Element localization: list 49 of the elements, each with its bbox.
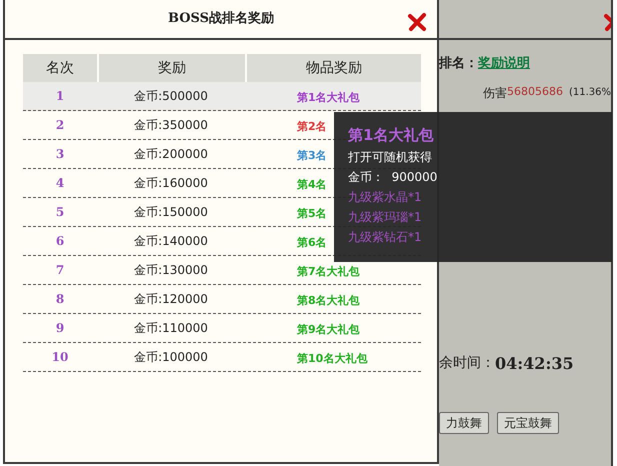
item-reward: 第3名 — [297, 149, 327, 162]
rank-number: 7 — [54, 262, 66, 279]
item-reward: 第5名 — [297, 207, 327, 220]
coin-reward: 金币:160000 — [133, 175, 209, 192]
rank-number: 3 — [54, 146, 66, 163]
rank-number: 2 — [54, 117, 66, 134]
timer-label: 余时间： — [439, 354, 495, 373]
item-reward: 第10名大礼包 — [297, 352, 368, 365]
item-reward: 第6名 — [297, 236, 327, 249]
item-reward: 第7名大礼包 — [297, 265, 360, 278]
column-header: 名次 — [23, 54, 97, 82]
table-row[interactable]: 10 金币:100000 第10名大礼包 — [23, 343, 421, 372]
damage-label: 伤害 — [483, 84, 507, 102]
rank-number: 8 — [54, 291, 66, 308]
damage-value: 56805686 — [507, 84, 563, 100]
table-row[interactable]: 9 金币:110000 第9名大礼包 — [23, 314, 421, 343]
coin-reward: 金币:100000 — [133, 349, 209, 366]
tooltip-item: 九级紫钻石*1 — [348, 228, 423, 246]
cheer-button[interactable]: 元宝鼓舞 — [497, 412, 559, 434]
ranking-label: 排名： — [439, 55, 478, 73]
column-header: 奖励 — [99, 54, 245, 82]
dialog-title: BOSS战排名奖励 — [166, 10, 276, 28]
item-reward: 第4名 — [297, 178, 327, 191]
coin-reward: 金币:120000 — [133, 291, 209, 308]
close-icon[interactable] — [407, 12, 427, 32]
damage-share: (11.36% — [569, 86, 612, 100]
timer: 04:42:35 — [495, 352, 574, 374]
item-reward: 第1名大礼包 — [297, 91, 360, 104]
rank-number: 4 — [54, 175, 66, 192]
rank-number: 10 — [50, 349, 70, 366]
item-reward: 第9名大礼包 — [297, 323, 360, 336]
item-reward: 第2名 — [297, 120, 327, 133]
coin-reward: 金币:110000 — [133, 320, 209, 337]
coin-reward: 金币:140000 — [133, 233, 209, 250]
column-header: 物品奖励 — [247, 54, 421, 82]
table-row[interactable]: 8 金币:120000 第8名大礼包 — [23, 285, 421, 314]
coin-reward: 金币:500000 — [133, 88, 209, 105]
coin-reward: 金币:150000 — [133, 204, 209, 221]
rank-number: 5 — [54, 204, 66, 221]
coin-reward: 金币:350000 — [133, 117, 209, 134]
rank-number: 9 — [54, 320, 66, 337]
table-row[interactable]: 1 金币:500000 第1名大礼包 — [23, 82, 421, 111]
cheer-button[interactable]: 力鼓舞 — [439, 412, 489, 434]
rank-number: 1 — [54, 88, 66, 105]
tooltip-item: 九级紫玛瑙*1 — [348, 208, 423, 226]
rank-number: 6 — [54, 233, 66, 250]
coin-reward: 金币:130000 — [133, 262, 209, 279]
item-reward: 第8名大礼包 — [297, 294, 360, 307]
coin-reward: 金币:200000 — [133, 146, 209, 163]
